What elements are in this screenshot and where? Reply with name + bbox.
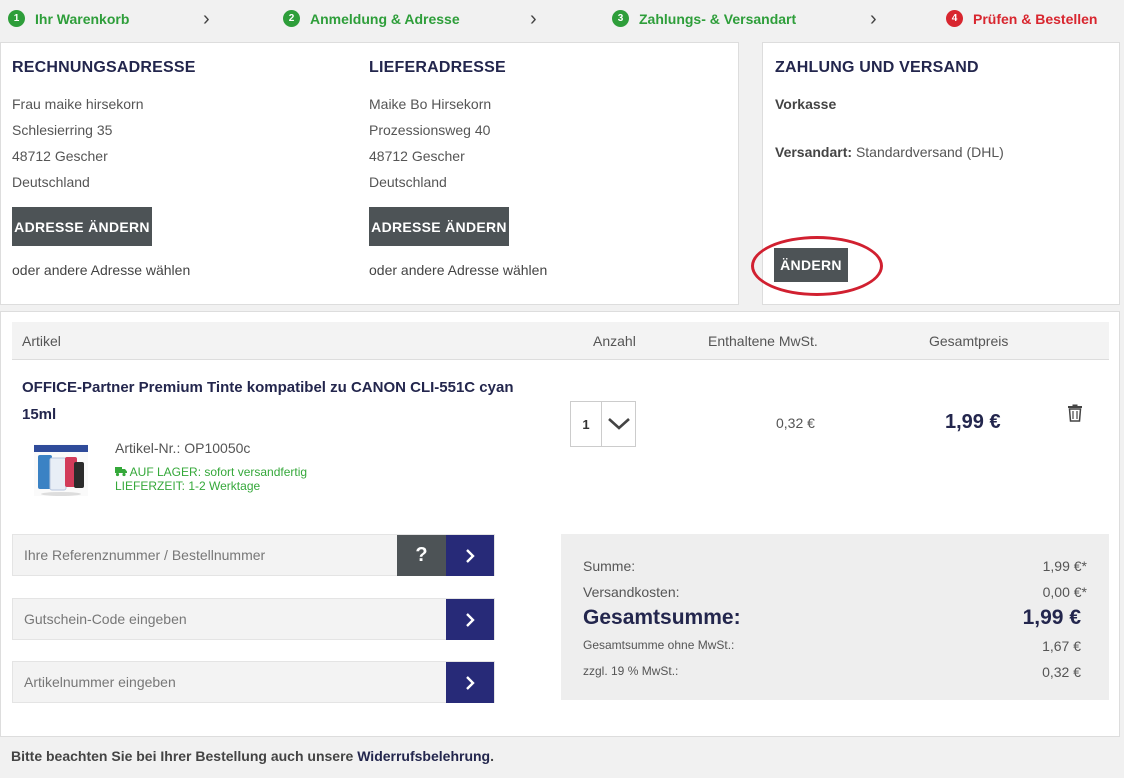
truck-icon bbox=[115, 467, 127, 477]
shipping-method: Versandart: Standardversand (DHL) bbox=[775, 144, 1004, 160]
sum-label: Summe: bbox=[583, 558, 636, 574]
step-label: Anmeldung & Adresse bbox=[310, 10, 460, 27]
chevron-right-icon: › bbox=[530, 8, 537, 30]
chevron-right-icon bbox=[466, 612, 475, 627]
apply-voucher-button[interactable] bbox=[446, 599, 494, 640]
summary-row-vat: zzgl. 19 % MwSt.: 0,32 € bbox=[583, 664, 1081, 680]
order-summary: Summe: 1,99 €* Versandkosten: 0,00 €* Ge… bbox=[561, 534, 1109, 700]
product-sku: Artikel-Nr.: OP10050c bbox=[115, 440, 251, 456]
sum-value: 1,99 €* bbox=[1042, 558, 1087, 574]
shipping-method-label: Versandart: bbox=[775, 144, 853, 160]
product-image[interactable] bbox=[32, 442, 90, 498]
product-title-link[interactable]: OFFICE-Partner Premium Tinte kompatibel … bbox=[22, 374, 522, 428]
shipping-cost-value: 0,00 €* bbox=[1042, 584, 1087, 600]
billing-title: RECHNUNGSADRESSE bbox=[12, 59, 196, 76]
billing-line: Schlesierring 35 bbox=[12, 122, 113, 138]
summary-row-net: Gesamtsumme ohne MwSt.: 1,67 € bbox=[583, 638, 1081, 654]
step-cart[interactable]: 1 Ihr Warenkorb bbox=[8, 10, 129, 27]
vat-value: 0,32 € bbox=[1042, 664, 1081, 680]
summary-row-shipping: Versandkosten: 0,00 €* bbox=[583, 584, 1087, 600]
shipping-line: Maike Bo Hirsekorn bbox=[369, 96, 492, 112]
stock-status: AUF LAGER: sofort versandfertig bbox=[129, 465, 308, 479]
withdrawal-note: Bitte beachten Sie bei Ihrer Bestellung … bbox=[11, 748, 494, 764]
step-number: 2 bbox=[283, 10, 300, 27]
quantity-value: 1 bbox=[571, 402, 602, 446]
shipping-line: Prozessionsweg 40 bbox=[369, 122, 491, 138]
payment-title: ZAHLUNG UND VERSAND bbox=[775, 59, 979, 76]
step-label: Ihr Warenkorb bbox=[35, 10, 130, 27]
delivery-time: LIEFERZEIT: 1-2 Werktage bbox=[115, 479, 261, 493]
shipping-method-value: Standardversand (DHL) bbox=[855, 144, 1004, 160]
chevron-right-icon: › bbox=[870, 8, 877, 30]
column-header-qty: Anzahl bbox=[593, 333, 636, 349]
step-number: 3 bbox=[612, 10, 629, 27]
payment-method: Vorkasse bbox=[775, 96, 837, 112]
step-payment[interactable]: 3 Zahlungs- & Versandart bbox=[612, 10, 796, 27]
grand-total-label: Gesamtsumme: bbox=[583, 606, 741, 629]
chevron-down-icon[interactable] bbox=[602, 402, 635, 446]
column-header-tax: Enthaltene MwSt. bbox=[708, 333, 818, 349]
highlight-circle bbox=[751, 236, 883, 296]
billing-line: 48712 Gescher bbox=[12, 148, 108, 164]
quantity-select[interactable]: 1 bbox=[570, 401, 636, 447]
step-number: 4 bbox=[946, 10, 963, 27]
choose-shipping-address-link[interactable]: oder andere Adresse wählen bbox=[369, 262, 547, 278]
trash-icon[interactable] bbox=[1067, 404, 1083, 422]
summary-row-sum: Summe: 1,99 €* bbox=[583, 558, 1087, 574]
step-address[interactable]: 2 Anmeldung & Adresse bbox=[283, 10, 460, 27]
billing-line: Deutschland bbox=[12, 174, 90, 190]
step-review: 4 Prüfen & Bestellen bbox=[946, 10, 1097, 27]
net-total-label: Gesamtsumme ohne MwSt.: bbox=[583, 638, 735, 652]
withdrawal-text: Bitte beachten Sie bei Ihrer Bestellung … bbox=[11, 748, 354, 764]
summary-row-grand-total: Gesamtsumme: 1,99 € bbox=[583, 606, 1081, 630]
checkout-steps: 1 Ihr Warenkorb › 2 Anmeldung & Adresse … bbox=[0, 0, 1124, 40]
shipping-title: LIEFERADRESSE bbox=[369, 59, 506, 76]
column-header-total: Gesamtpreis bbox=[929, 333, 1009, 349]
shipping-line: Deutschland bbox=[369, 174, 447, 190]
add-article-button[interactable] bbox=[446, 662, 494, 703]
column-header-article: Artikel bbox=[22, 333, 61, 349]
submit-reference-button[interactable] bbox=[446, 535, 494, 576]
change-billing-address-button[interactable]: ADRESSE ÄNDERN bbox=[12, 207, 152, 246]
chevron-right-icon: › bbox=[203, 8, 210, 30]
voucher-row bbox=[12, 598, 495, 640]
reference-number-input[interactable] bbox=[13, 535, 389, 575]
shipping-cost-label: Versandkosten: bbox=[583, 584, 680, 600]
item-total: 1,99 € bbox=[945, 411, 1001, 433]
item-tax: 0,32 € bbox=[776, 415, 815, 431]
grand-total-value: 1,99 € bbox=[1022, 606, 1081, 629]
net-total-value: 1,67 € bbox=[1042, 638, 1081, 654]
billing-line: Frau maike hirsekorn bbox=[12, 96, 144, 112]
article-number-input[interactable] bbox=[13, 662, 389, 702]
shipping-line: 48712 Gescher bbox=[369, 148, 465, 164]
vat-label: zzgl. 19 % MwSt.: bbox=[583, 664, 679, 678]
withdrawal-policy-link[interactable]: Widerrufsbelehrung bbox=[357, 748, 490, 764]
step-label: Zahlungs- & Versandart bbox=[639, 10, 797, 27]
article-number-row bbox=[12, 661, 495, 703]
voucher-code-input[interactable] bbox=[13, 599, 389, 639]
help-button[interactable]: ? bbox=[397, 535, 446, 576]
chevron-right-icon bbox=[466, 548, 475, 563]
reference-number-row: ? bbox=[12, 534, 495, 576]
stock-info: AUF LAGER: sofort versandfertig LIEFERZE… bbox=[115, 465, 307, 493]
step-number: 1 bbox=[8, 10, 25, 27]
choose-billing-address-link[interactable]: oder andere Adresse wählen bbox=[12, 262, 190, 278]
chevron-right-icon bbox=[466, 675, 475, 690]
change-shipping-address-button[interactable]: ADRESSE ÄNDERN bbox=[369, 207, 509, 246]
step-label: Prüfen & Bestellen bbox=[973, 10, 1098, 27]
withdrawal-end: . bbox=[490, 748, 494, 764]
